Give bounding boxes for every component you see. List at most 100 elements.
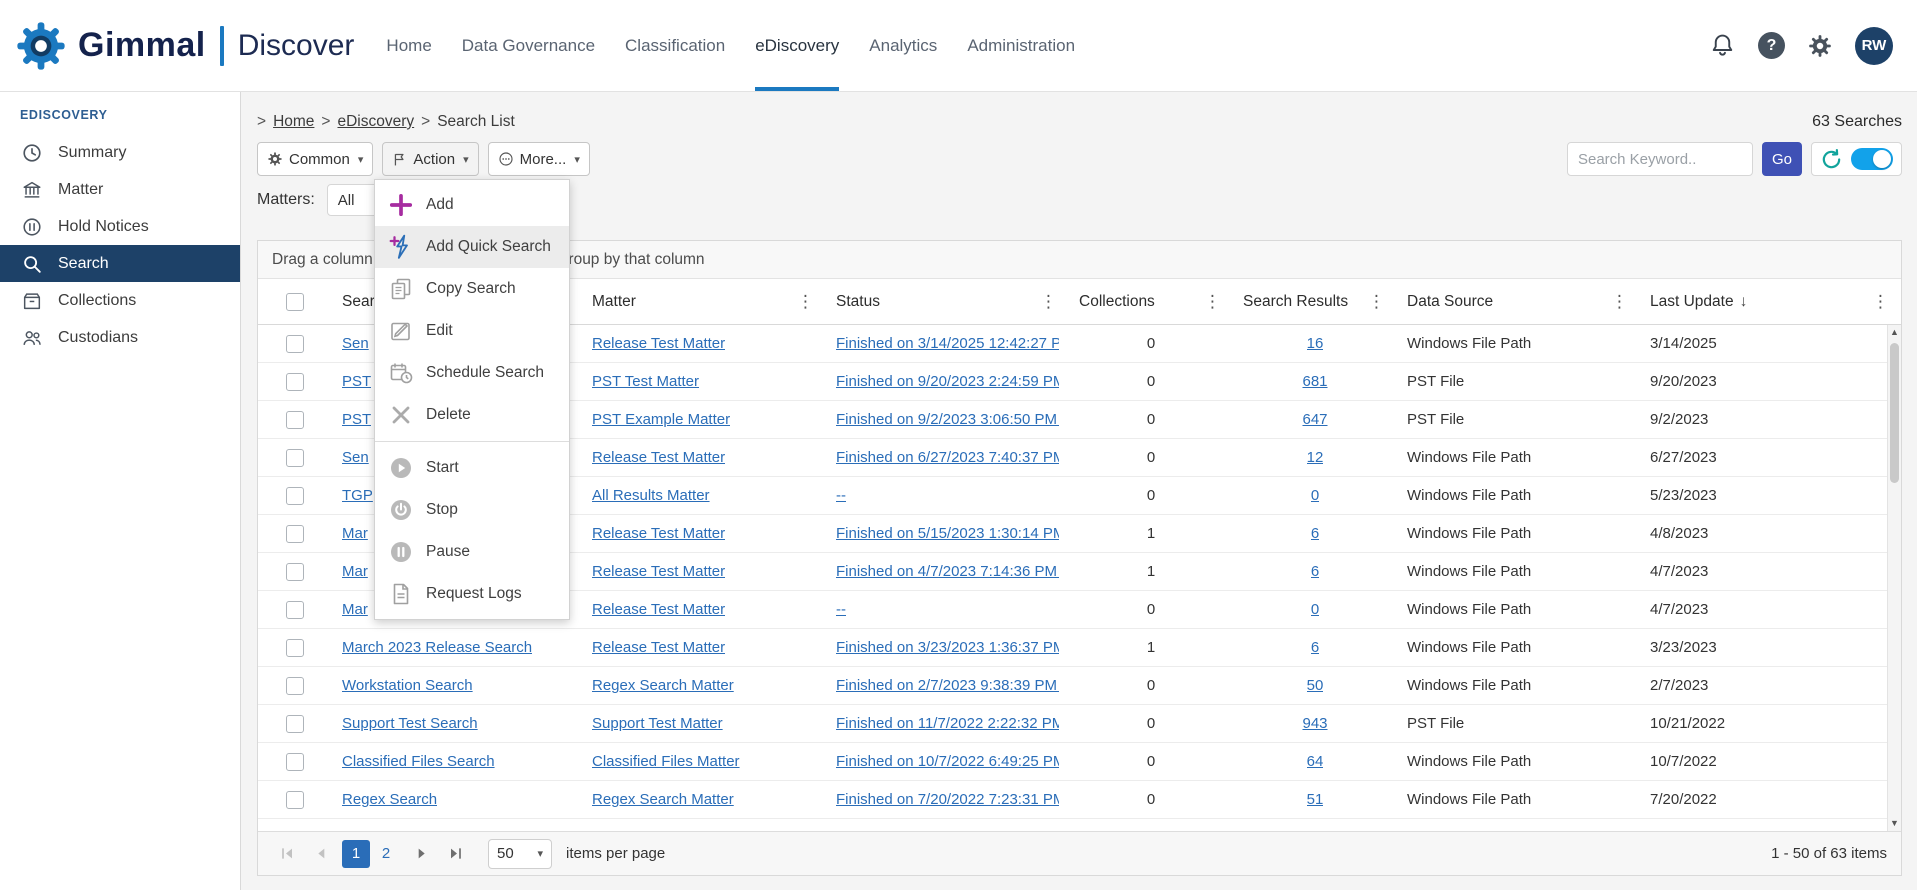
menu-item-start[interactable]: Start <box>375 447 569 489</box>
matter-link[interactable]: Regex Search Matter <box>592 677 734 694</box>
nav-item-data-governance[interactable]: Data Governance <box>462 0 595 91</box>
common-button[interactable]: Common ▾ <box>257 142 373 176</box>
matter-link[interactable]: Classified Files Matter <box>592 753 740 770</box>
search-results-link[interactable]: 0 <box>1311 487 1319 504</box>
sidebar-item-matter[interactable]: Matter <box>0 171 240 208</box>
status-link[interactable]: Finished on 2/7/2023 9:38:39 PM (7 Mi <box>836 677 1059 694</box>
menu-item-delete[interactable]: Delete <box>375 394 569 436</box>
page-size-dropdown[interactable]: 50 ▾ <box>488 839 552 869</box>
search-results-link[interactable]: 943 <box>1302 715 1327 732</box>
status-link[interactable]: Finished on 4/7/2023 7:14:36 PM (14 M <box>836 563 1059 580</box>
matter-link[interactable]: All Results Matter <box>592 487 710 504</box>
search-keyword-input[interactable] <box>1567 142 1753 176</box>
matter-link[interactable]: Release Test Matter <box>592 525 725 542</box>
user-avatar[interactable]: RW <box>1855 27 1893 65</box>
nav-item-home[interactable]: Home <box>386 0 431 91</box>
matter-link[interactable]: Support Test Matter <box>592 715 723 732</box>
row-checkbox[interactable] <box>286 411 304 429</box>
search-name-link[interactable]: March 2023 Release Search <box>342 639 532 656</box>
search-name-link[interactable]: Regex Search <box>342 791 437 808</box>
auto-refresh-icon[interactable] <box>1820 148 1843 171</box>
notifications-bell-icon[interactable] <box>1709 32 1736 59</box>
breadcrumb-ediscovery[interactable]: eDiscovery <box>337 113 414 131</box>
search-results-link[interactable]: 6 <box>1311 563 1319 580</box>
menu-item-copy-search[interactable]: Copy Search <box>375 268 569 310</box>
matter-link[interactable]: Release Test Matter <box>592 601 725 618</box>
action-button[interactable]: Action ▾ <box>382 142 478 176</box>
row-checkbox[interactable] <box>286 525 304 543</box>
sidebar-item-custodians[interactable]: Custodians <box>0 319 240 356</box>
search-name-link[interactable]: TGP <box>342 487 373 504</box>
help-icon[interactable]: ? <box>1758 32 1785 59</box>
search-results-link[interactable]: 51 <box>1307 791 1324 808</box>
status-link[interactable]: Finished on 6/27/2023 7:40:37 PM (6 M <box>836 449 1059 466</box>
row-checkbox[interactable] <box>286 601 304 619</box>
column-menu-icon[interactable]: ⋮ <box>1609 292 1630 312</box>
menu-item-add[interactable]: Add <box>375 184 569 226</box>
menu-item-stop[interactable]: Stop <box>375 489 569 531</box>
status-link[interactable]: Finished on 9/2/2023 3:06:50 PM (34 M <box>836 411 1059 428</box>
matter-link[interactable]: Release Test Matter <box>592 563 725 580</box>
sidebar-item-summary[interactable]: Summary <box>0 134 240 171</box>
row-checkbox[interactable] <box>286 487 304 505</box>
last-page-button[interactable] <box>440 839 470 869</box>
column-menu-icon[interactable]: ⋮ <box>795 292 816 312</box>
status-link[interactable]: Finished on 3/23/2023 1:36:37 PM (27 <box>836 639 1059 656</box>
row-checkbox[interactable] <box>286 335 304 353</box>
column-menu-icon[interactable]: ⋮ <box>1202 292 1223 312</box>
page-button-1[interactable]: 1 <box>342 840 370 868</box>
search-name-link[interactable]: PST <box>342 373 371 390</box>
sidebar-item-collections[interactable]: Collections <box>0 282 240 319</box>
menu-item-request-logs[interactable]: Request Logs <box>375 573 569 615</box>
row-checkbox[interactable] <box>286 753 304 771</box>
menu-item-pause[interactable]: Pause <box>375 531 569 573</box>
search-results-link[interactable]: 647 <box>1302 411 1327 428</box>
nav-item-classification[interactable]: Classification <box>625 0 725 91</box>
scroll-up-icon[interactable]: ▲ <box>1890 328 1899 337</box>
more-button[interactable]: More... ▾ <box>488 142 590 176</box>
scroll-down-icon[interactable]: ▼ <box>1890 819 1899 828</box>
matter-link[interactable]: PST Example Matter <box>592 411 730 428</box>
search-name-link[interactable]: Mar <box>342 525 368 542</box>
menu-item-schedule-search[interactable]: Schedule Search <box>375 352 569 394</box>
search-name-link[interactable]: Workstation Search <box>342 677 473 694</box>
row-checkbox[interactable] <box>286 373 304 391</box>
nav-item-ediscovery[interactable]: eDiscovery <box>755 0 839 91</box>
auto-refresh-toggle[interactable] <box>1851 148 1893 170</box>
row-checkbox[interactable] <box>286 791 304 809</box>
search-results-link[interactable]: 12 <box>1307 449 1324 466</box>
column-header-status[interactable]: Status⋮ <box>826 279 1069 324</box>
first-page-button[interactable] <box>272 839 302 869</box>
search-name-link[interactable]: Support Test Search <box>342 715 478 732</box>
settings-gear-icon[interactable] <box>1807 33 1833 59</box>
matter-link[interactable]: PST Test Matter <box>592 373 699 390</box>
row-checkbox[interactable] <box>286 715 304 733</box>
search-name-link[interactable]: Sen <box>342 449 369 466</box>
matter-link[interactable]: Release Test Matter <box>592 449 725 466</box>
nav-item-analytics[interactable]: Analytics <box>869 0 937 91</box>
search-name-link[interactable]: PST <box>342 411 371 428</box>
previous-page-button[interactable] <box>306 839 336 869</box>
row-checkbox[interactable] <box>286 563 304 581</box>
search-results-link[interactable]: 681 <box>1302 373 1327 390</box>
search-name-link[interactable]: Mar <box>342 563 368 580</box>
search-results-link[interactable]: 0 <box>1311 601 1319 618</box>
status-link[interactable]: -- <box>836 487 846 504</box>
status-link[interactable]: Finished on 5/15/2023 1:30:14 PM (58 <box>836 525 1059 542</box>
select-all-checkbox[interactable] <box>286 293 304 311</box>
status-link[interactable]: Finished on 3/14/2025 12:42:27 PM (19 <box>836 335 1059 352</box>
search-results-link[interactable]: 50 <box>1307 677 1324 694</box>
status-link[interactable]: Finished on 11/7/2022 2:22:32 PM (1 H <box>836 715 1059 732</box>
status-link[interactable]: -- <box>836 601 846 618</box>
status-link[interactable]: Finished on 9/20/2023 2:24:59 PM (57 <box>836 373 1059 390</box>
page-button-2[interactable]: 2 <box>372 840 400 868</box>
column-menu-icon[interactable]: ⋮ <box>1366 292 1387 312</box>
row-checkbox[interactable] <box>286 677 304 695</box>
matter-link[interactable]: Release Test Matter <box>592 639 725 656</box>
column-header-data-source[interactable]: Data Source⋮ <box>1397 279 1640 324</box>
search-results-link[interactable]: 6 <box>1311 639 1319 656</box>
search-name-link[interactable]: Classified Files Search <box>342 753 495 770</box>
status-link[interactable]: Finished on 7/20/2022 7:23:31 PM (22 <box>836 791 1059 808</box>
column-menu-icon[interactable]: ⋮ <box>1038 292 1059 312</box>
go-button[interactable]: Go <box>1762 142 1802 176</box>
